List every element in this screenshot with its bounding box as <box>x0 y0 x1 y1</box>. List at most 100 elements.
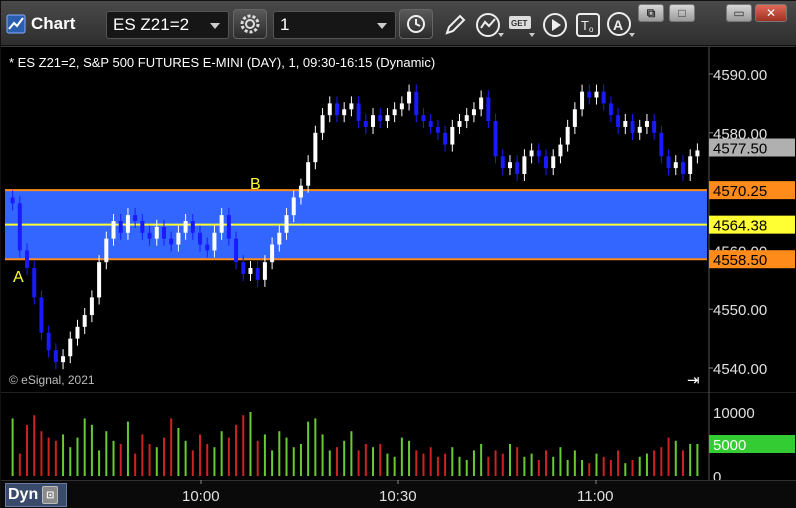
clock-icon <box>407 15 425 33</box>
candle-body <box>82 315 87 327</box>
volume-marker-label: 5000 <box>713 437 746 454</box>
gear-button[interactable] <box>233 9 267 39</box>
candle-body <box>493 121 498 157</box>
candle-body <box>334 103 339 116</box>
candle-body <box>46 332 51 351</box>
candle-body <box>270 244 275 263</box>
lock-icon[interactable]: ⊡ <box>42 486 59 504</box>
candle-body <box>154 226 159 239</box>
candle-body <box>371 115 376 127</box>
candle-body <box>450 126 455 145</box>
candle-body <box>630 121 635 133</box>
candle-body <box>306 162 311 186</box>
candle-body <box>313 132 318 163</box>
candle-body <box>457 121 462 127</box>
candle-body <box>407 91 412 104</box>
candle-body <box>565 126 570 145</box>
candle-body <box>644 121 649 127</box>
candle-body <box>25 250 30 269</box>
minimize-button[interactable]: ▭ <box>726 4 752 22</box>
price-tick-label: 4590.00 <box>713 67 767 84</box>
chart-type-button[interactable] <box>474 11 506 39</box>
app-icon <box>6 14 26 34</box>
candle-body <box>327 103 332 116</box>
candle-body <box>435 126 440 133</box>
symbol-value: ES Z21=2 <box>113 15 190 34</box>
price-tick-label: 4550.00 <box>713 302 767 319</box>
band-lower-marker: 4558.50 <box>713 252 767 269</box>
gear-icon <box>240 14 260 34</box>
restore-button[interactable]: ⧉ <box>638 4 664 22</box>
study-label: * ES Z21=2, S&P 500 FUTURES E-MINI (DAY)… <box>9 55 436 70</box>
svg-text:GET: GET <box>511 19 528 28</box>
candle-body <box>89 297 94 316</box>
close-icon: ✕ <box>765 6 777 20</box>
chart-window: Chart ES Z21=2 1 GET T o A ⧉ □ ✕ ▭ 4590.… <box>0 0 796 508</box>
price-pane[interactable]: 4590.004580.004570.004560.004550.004540.… <box>1 47 796 392</box>
candle-body <box>349 103 354 110</box>
time-axis[interactable]: 10:00 10:30 11:00 <box>1 480 796 508</box>
candle-body <box>226 215 231 239</box>
volume-tick-label: 10000 <box>713 405 755 422</box>
time-button[interactable] <box>399 9 433 39</box>
candle-body <box>652 121 657 133</box>
candle-body <box>529 150 534 157</box>
candle-body <box>637 126 642 133</box>
candle-body <box>356 103 361 122</box>
candle-body <box>190 221 195 233</box>
candle-body <box>572 109 577 127</box>
candle-body <box>688 156 693 174</box>
get-icon: GET <box>509 16 535 37</box>
candle-body <box>97 262 102 298</box>
candle-body <box>298 185 303 198</box>
candle-body <box>53 350 58 363</box>
alert-button[interactable]: A <box>606 11 636 39</box>
candle-body <box>421 115 426 122</box>
candle-body <box>515 162 520 174</box>
candle-body <box>140 221 145 233</box>
candle-body <box>486 97 491 122</box>
annotation-a: A <box>13 269 24 286</box>
chevron-down-icon[interactable] <box>377 23 387 29</box>
candle-body <box>551 156 556 169</box>
alert-icon: A <box>607 12 635 37</box>
pencil-button[interactable] <box>441 11 469 39</box>
price-tick-label: 4540.00 <box>713 361 767 378</box>
candle-body <box>428 121 433 127</box>
candle-body <box>342 109 347 116</box>
title-bar: Chart ES Z21=2 1 GET T o A ⧉ □ ✕ ▭ <box>1 1 796 46</box>
volume-pane[interactable]: 10000 0 5000 <box>1 392 796 480</box>
minimize-icon: ▭ <box>733 6 745 20</box>
candle-body <box>608 103 613 116</box>
candle-body <box>587 91 592 98</box>
scroll-end-icon: ⇥ <box>687 371 700 389</box>
band-upper-marker: 4570.25 <box>713 183 767 200</box>
text-tool-button[interactable]: T o <box>574 11 602 39</box>
candle-body <box>659 132 664 157</box>
candle-body <box>363 121 368 127</box>
dyn-label: Dyn <box>8 486 39 503</box>
candle-body <box>176 232 181 245</box>
candle-body <box>291 197 296 216</box>
time-tick-label: 10:30 <box>379 488 417 505</box>
dyn-button[interactable]: Dyn ⊡ <box>5 483 67 507</box>
maximize-icon: □ <box>678 6 686 20</box>
candle-body <box>39 297 44 333</box>
restore-icon: ⧉ <box>646 5 656 20</box>
close-button[interactable]: ✕ <box>755 4 787 22</box>
candle-body <box>601 91 606 104</box>
candle-body <box>219 215 224 233</box>
get-button[interactable]: GET <box>507 11 537 39</box>
maximize-button[interactable]: □ <box>669 4 695 22</box>
candle-body <box>666 156 671 169</box>
candle-body <box>695 150 700 157</box>
pencil-icon <box>445 14 466 35</box>
symbol-input[interactable]: ES Z21=2 <box>106 11 229 39</box>
candle-body <box>471 109 476 116</box>
candle-body <box>68 338 73 357</box>
chevron-down-icon[interactable] <box>210 23 220 29</box>
play-button[interactable] <box>541 11 569 39</box>
text-tool-icon: T o <box>576 13 600 37</box>
candle-body <box>205 244 210 251</box>
interval-input[interactable]: 1 <box>273 11 396 39</box>
